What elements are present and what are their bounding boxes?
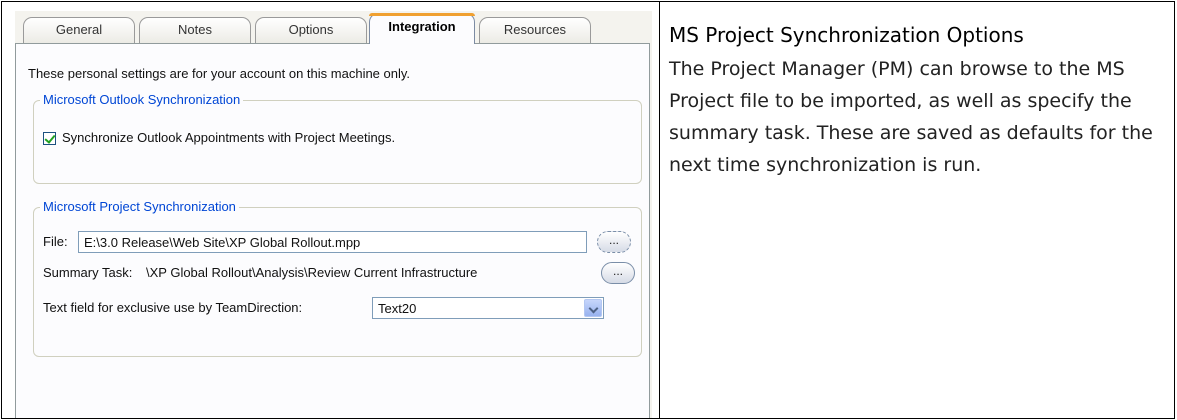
chevron-down-icon[interactable] bbox=[584, 299, 602, 317]
column-divider bbox=[659, 2, 660, 418]
tab-options[interactable]: Options bbox=[255, 17, 367, 43]
project-sync-group: Microsoft Project Synchronization File: … bbox=[33, 199, 642, 357]
tab-general[interactable]: General bbox=[23, 17, 135, 43]
text-field-select[interactable]: Text20 bbox=[372, 297, 604, 319]
outlook-sync-checkbox[interactable] bbox=[43, 132, 56, 145]
outlook-sync-label[interactable]: Synchronize Outlook Appointments with Pr… bbox=[62, 130, 395, 145]
intro-text: These personal settings are for your acc… bbox=[28, 66, 411, 81]
tab-integration[interactable]: Integration bbox=[369, 13, 475, 44]
description-title: MS Project Synchronization Options bbox=[669, 23, 1024, 47]
project-group-title: Microsoft Project Synchronization bbox=[40, 199, 239, 214]
two-column-table: General Notes Options Integration Resour… bbox=[1, 1, 1175, 419]
summary-task-value: \XP Global Rollout\Analysis\Review Curre… bbox=[146, 265, 478, 280]
outlook-sync-group: Microsoft Outlook Synchronization Synchr… bbox=[33, 92, 642, 184]
description-column: MS Project Synchronization Options The P… bbox=[669, 22, 1169, 181]
tab-resources[interactable]: Resources bbox=[479, 17, 591, 43]
tab-strip: General Notes Options Integration Resour… bbox=[15, 11, 652, 44]
file-path-field[interactable]: E:\3.0 Release\Web Site\XP Global Rollou… bbox=[78, 231, 587, 253]
outlook-group-title: Microsoft Outlook Synchronization bbox=[40, 92, 244, 107]
text-field-selected-value: Text20 bbox=[378, 301, 417, 316]
summary-task-label: Summary Task: bbox=[43, 265, 133, 280]
tab-notes[interactable]: Notes bbox=[139, 17, 251, 43]
text-field-label: Text field for exclusive use by TeamDire… bbox=[43, 300, 303, 315]
summary-task-browse-button[interactable]: ... bbox=[601, 262, 635, 284]
settings-dialog: General Notes Options Integration Resour… bbox=[15, 11, 652, 418]
description-body: The Project Manager (PM) can browse to t… bbox=[669, 58, 1153, 176]
file-label: File: bbox=[43, 234, 68, 249]
file-browse-button[interactable]: ... bbox=[597, 231, 631, 253]
